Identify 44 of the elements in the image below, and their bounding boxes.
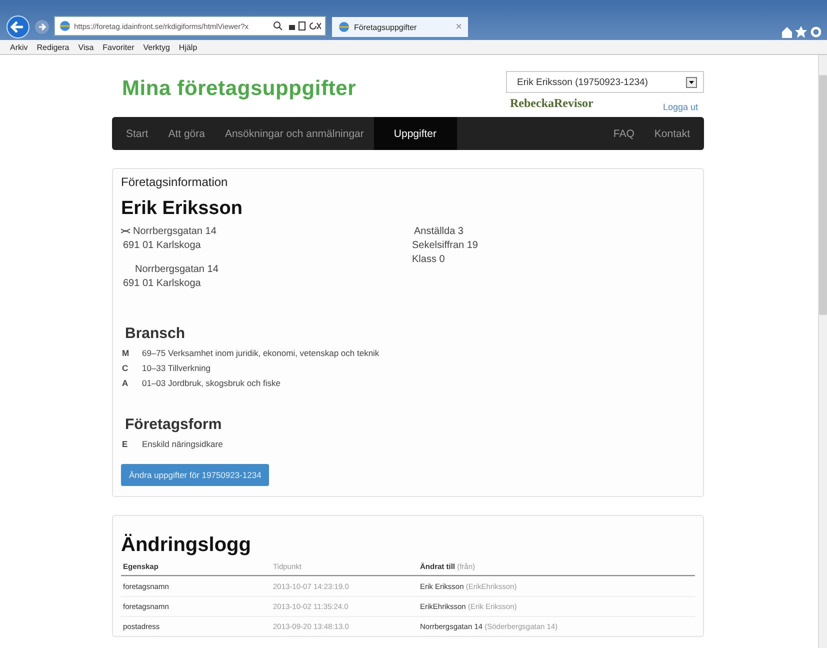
account-select[interactable]: Erik Eriksson (19750923-1234) (506, 71, 704, 93)
menu-item[interactable]: Redigera (36, 42, 70, 52)
code-text: A (121, 378, 130, 388)
address-line: 691 01 Karlskoga (122, 276, 202, 290)
back-icon[interactable] (6, 15, 30, 39)
globe-icon (338, 21, 350, 33)
card-heading: Företagsinformation (121, 175, 229, 189)
fact-text: Anställda 3 (413, 224, 464, 238)
menu-item[interactable]: Favoriter (102, 42, 134, 52)
address-line: Norrbergsgatan 14 (134, 262, 220, 276)
logout-link[interactable]: Logga ut (662, 102, 698, 112)
nav-tab[interactable]: FAQ (603, 117, 644, 150)
browser-tab[interactable]: Företagsuppgifter × (332, 17, 468, 37)
address-line: 691 01 Karlskoga (122, 238, 202, 252)
section-heading: Bransch (125, 325, 186, 342)
nav-tab[interactable]: Start (116, 117, 158, 150)
menu-item[interactable]: Verktyg (143, 42, 170, 52)
code-text: C (121, 362, 130, 372)
forward-icon[interactable] (34, 19, 50, 35)
nav-tab[interactable]: Kontakt (644, 117, 700, 150)
nav-tab[interactable]: Uppgifter (374, 117, 456, 150)
code-text: M (121, 348, 130, 358)
section-heading: Företagsform (125, 416, 223, 433)
nav-tab[interactable]: Att göra (158, 117, 215, 150)
user-name: RebeckaRevisor (510, 96, 594, 111)
code-text: E (121, 438, 129, 448)
menu-item[interactable]: Visa (78, 42, 94, 52)
industry-text: 01–03 Jordbruk, skogsbruk och fiske (142, 378, 280, 388)
page-title: Mina företagsuppgifter (122, 77, 356, 101)
home-star-gear-icon[interactable] (781, 26, 821, 38)
company-name: Erik Eriksson (121, 198, 244, 220)
globe-icon (59, 20, 71, 32)
industry-text: 10–33 Tillverkning (142, 362, 211, 372)
nav-tab[interactable]: Ansökningar och anmälningar (214, 117, 374, 150)
industry-text: 69–75 Verksamhet inom juridik, ekonomi, vetenskap och teknik (142, 348, 380, 358)
address-line: Norrbergsgatan 14 (133, 226, 216, 236)
company-form-text: Enskild näringsidkare (142, 438, 223, 448)
fact-text: Klass 0 (411, 252, 446, 266)
address-tools-icon[interactable] (273, 21, 321, 31)
menu-item[interactable]: Hjälp (178, 42, 198, 52)
changelog-heading: Ändringslogg (121, 534, 252, 557)
menu-item[interactable]: Arkiv (10, 42, 28, 52)
fact-text: Sekelsiffran 19 (411, 238, 478, 252)
dropdown-icon (686, 76, 697, 88)
